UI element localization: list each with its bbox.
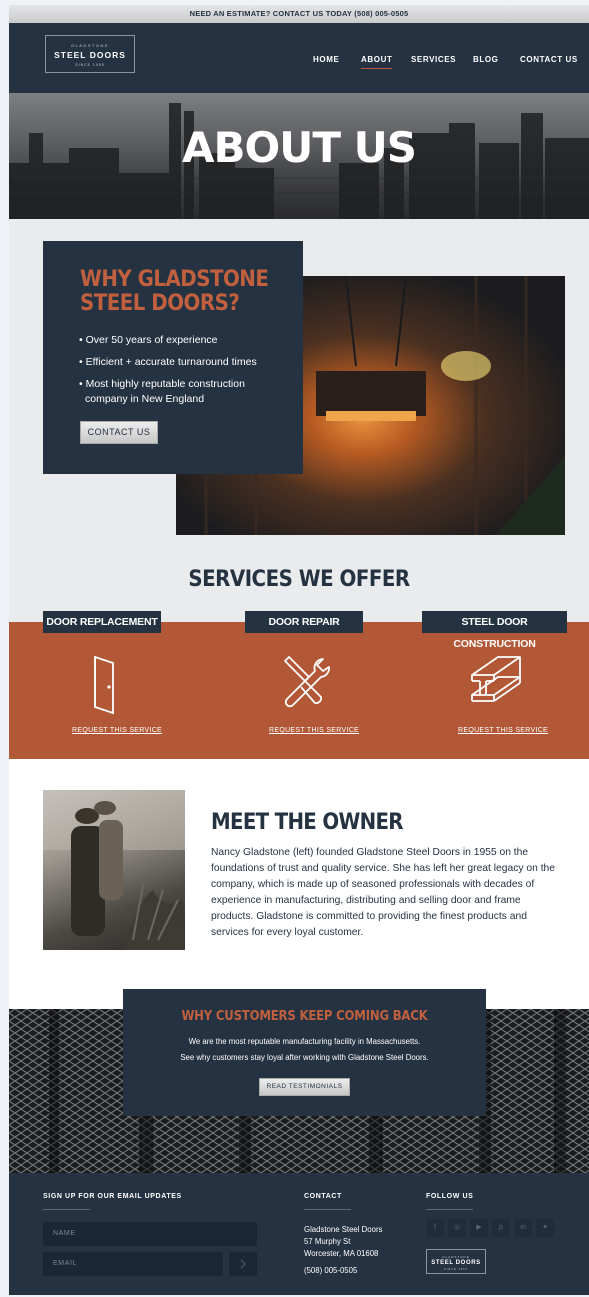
divider	[426, 1209, 473, 1210]
name-field[interactable]: NAME	[43, 1222, 257, 1246]
facebook-icon[interactable]: f	[426, 1219, 444, 1237]
request-service-link-door-replacement[interactable]: REQUEST THIS SERVICE	[72, 727, 162, 734]
follow-heading: FOLLOW US	[426, 1193, 474, 1200]
footer-logo-line1: GLADSTONE	[442, 1255, 470, 1259]
youtube-icon[interactable]: ▶	[470, 1219, 488, 1237]
footer-street: 57 Murphy St	[304, 1237, 351, 1246]
owner-photo	[43, 790, 185, 950]
hero-banner: ABOUT US	[9, 93, 589, 219]
request-service-link-steel-door-construction[interactable]: REQUEST THIS SERVICE	[458, 727, 548, 734]
services-title: SERVICES WE OFFER	[188, 567, 410, 592]
footer-company: Gladstone Steel Doors	[304, 1225, 383, 1234]
logo-line3: SINCE 1955	[75, 63, 105, 67]
email-field[interactable]: EMAIL	[43, 1252, 223, 1276]
linkedin-icon[interactable]: in	[514, 1219, 532, 1237]
site-header: GLADSTONE STEEL DOORS SINCE 1955 HOME AB…	[9, 23, 589, 93]
signup-heading: SIGN UP FOR OUR EMAIL UPDATES	[43, 1193, 182, 1200]
divider	[43, 1209, 90, 1210]
page: NEED AN ESTIMATE? CONTACT US TODAY (508)…	[9, 5, 589, 1295]
testimonials-title: WHY CUSTOMERS KEEP COMING BACK	[181, 1009, 428, 1024]
logo-line1: GLADSTONE	[70, 43, 110, 48]
owner-bio: Nancy Gladstone (left) founded Gladstone…	[211, 847, 556, 938]
why-bullet: • Most highly reputable construction	[79, 378, 245, 390]
owner-title: MEET THE OWNER	[211, 810, 404, 835]
why-title-line1: WHY GLADSTONE	[80, 267, 269, 292]
pinterest-icon[interactable]: p	[492, 1219, 510, 1237]
contact-heading: CONTACT	[304, 1193, 342, 1200]
nav-contact-us[interactable]: CONTACT US	[520, 55, 578, 64]
why-title: WHY GLADSTONE STEEL DOORS?	[80, 267, 269, 316]
footer-logo[interactable]: GLADSTONE STEEL DOORS SINCE 1955	[426, 1249, 486, 1274]
service-tab-door-repair: DOOR REPAIR	[245, 611, 363, 633]
testimonials-line2: See why customers stay loyal after worki…	[180, 1053, 429, 1062]
request-service-link-door-repair[interactable]: REQUEST THIS SERVICE	[269, 727, 359, 734]
service-tab-door-replacement: DOOR REPLACEMENT	[43, 611, 161, 633]
footer-city: Worcester, MA 01608	[304, 1249, 379, 1258]
door-icon	[94, 655, 114, 715]
why-bullet: • Over 50 years of experience	[79, 334, 218, 346]
testimonials-panel: WHY CUSTOMERS KEEP COMING BACK We are th…	[123, 989, 486, 1116]
service-tab-steel-door-construction: STEEL DOOR CONSTRUCTION	[422, 611, 567, 650]
twitter-icon[interactable]: ✦	[536, 1219, 554, 1237]
why-gladstone-panel: WHY GLADSTONE STEEL DOORS? • Over 50 yea…	[43, 241, 303, 474]
instagram-icon[interactable]: ◎	[448, 1219, 466, 1237]
footer-logo-line2: STEEL DOORS	[431, 1260, 481, 1266]
divider	[304, 1209, 351, 1210]
site-logo[interactable]: GLADSTONE STEEL DOORS SINCE 1955	[45, 35, 135, 73]
nav-home[interactable]: HOME	[313, 55, 339, 64]
nav-services[interactable]: SERVICES	[411, 55, 456, 64]
steel-beam-icon	[471, 656, 521, 702]
chevron-right-icon	[240, 1259, 246, 1269]
testimonials-line1: We are the most reputable manufacturing …	[188, 1037, 421, 1046]
contact-us-button[interactable]: CONTACT US	[80, 421, 158, 444]
read-testimonials-button[interactable]: READ TESTIMONIALS	[259, 1078, 350, 1096]
why-bullet-continued: company in New England	[85, 393, 205, 405]
nav-about[interactable]: ABOUT	[361, 55, 393, 69]
estimate-banner[interactable]: NEED AN ESTIMATE? CONTACT US TODAY (508)…	[9, 5, 589, 23]
why-bullet: • Efficient + accurate turnaround times	[79, 356, 257, 368]
wrench-screwdriver-icon	[284, 656, 330, 708]
logo-line2: STEEL DOORS	[54, 50, 126, 60]
vintage-owner-image	[43, 790, 185, 950]
footer-phone[interactable]: (508) 005-0505	[304, 1265, 357, 1277]
why-title-line2: STEEL DOORS?	[80, 291, 240, 316]
nav-blog[interactable]: BLOG	[473, 55, 499, 64]
footer-logo-line3: SINCE 1955	[444, 1268, 468, 1271]
page-title: ABOUT US	[182, 123, 417, 172]
email-submit-button[interactable]	[229, 1252, 257, 1276]
